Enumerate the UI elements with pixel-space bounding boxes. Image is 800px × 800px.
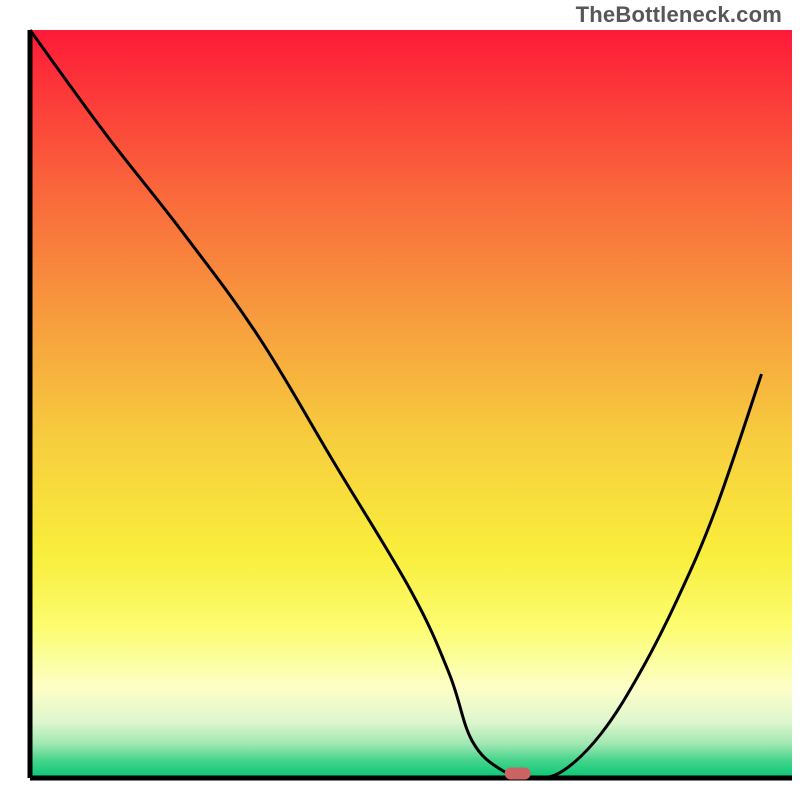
optimal-marker — [505, 768, 531, 780]
watermark-text: TheBottleneck.com — [576, 2, 782, 28]
gradient-background — [30, 30, 792, 778]
bottleneck-chart — [0, 0, 800, 800]
chart-container: TheBottleneck.com — [0, 0, 800, 800]
